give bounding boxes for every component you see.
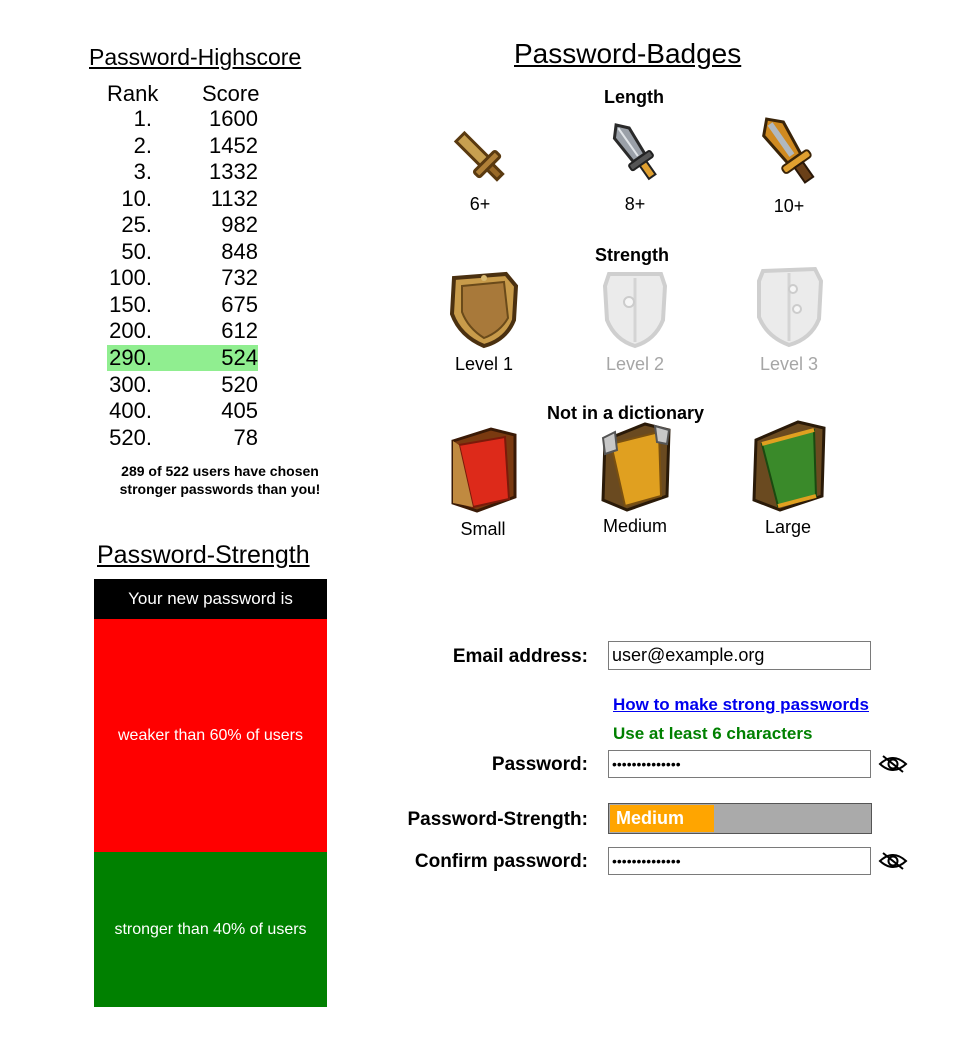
badge-label: 10+	[773, 196, 805, 216]
wooden-sword-icon	[453, 130, 505, 182]
rank-cell: 25.	[121, 212, 152, 237]
score-column-header: Score	[202, 81, 260, 106]
confirm-password-label: Confirm password:	[414, 851, 588, 872]
score-cell: 1600	[209, 106, 258, 131]
strong-password-help-link[interactable]: How to make strong passwords	[613, 695, 869, 715]
table-row: 520. 78	[107, 425, 258, 451]
badge-label: Level 2	[605, 354, 665, 374]
score-cell: 1332	[209, 159, 258, 184]
table-row: 10. 1132	[107, 186, 258, 212]
score-cell: 982	[221, 212, 258, 237]
rank-cell: 400.	[109, 398, 152, 423]
length-section-title: Length	[604, 87, 664, 107]
table-row: 1. 1600	[107, 106, 258, 132]
table-row: 300. 520	[107, 372, 258, 398]
table-row: 400. 405	[107, 398, 258, 424]
table-row: 150. 675	[107, 292, 258, 318]
badge-dictionary-large: Large	[743, 418, 833, 538]
table-row: 100. 732	[107, 265, 258, 291]
rank-cell: 1.	[133, 106, 152, 131]
badge-dictionary-medium: Medium	[590, 420, 680, 537]
highscore-title: Password-Highscore	[89, 44, 302, 70]
rank-cell: 520.	[109, 425, 152, 450]
summary-line: 289 of 522 users have chosen	[121, 463, 319, 479]
rank-column-header: Rank	[107, 81, 159, 106]
badge-label: Level 3	[759, 354, 819, 374]
badge-label: 8+	[624, 194, 646, 214]
stronger-than-block: stronger than 40% of users	[94, 852, 327, 1007]
rank-cell: 3.	[133, 159, 152, 184]
current-user-row: 290. 524	[107, 345, 258, 371]
badge-strength-level-2: Level 2	[590, 268, 680, 375]
score-cell: 1132	[210, 186, 258, 211]
badge-length-8: 8+	[590, 115, 680, 215]
yellow-book-icon	[601, 422, 671, 512]
green-book-icon	[752, 420, 826, 512]
shield-icon	[602, 272, 668, 349]
table-row: 3. 1332	[107, 159, 258, 185]
table-row: 2. 1452	[107, 133, 258, 159]
rank-cell: 10.	[121, 186, 152, 211]
rank-cell: 300.	[109, 372, 152, 397]
rank-cell: 50.	[121, 239, 152, 264]
shield-icon	[757, 266, 824, 348]
rank-cell: 290.	[109, 345, 152, 370]
rank-cell: 150.	[109, 292, 152, 317]
rank-cell: 100.	[109, 265, 152, 290]
badge-strength-level-1: Level 1	[439, 270, 529, 375]
rank-cell: 2.	[133, 133, 152, 158]
score-cell: 78	[233, 425, 258, 450]
badge-length-6: 6+	[435, 125, 525, 215]
score-cell: 405	[221, 398, 258, 423]
score-cell: 848	[221, 239, 258, 264]
email-label: Email address:	[452, 646, 588, 667]
table-row: 50. 848	[107, 239, 258, 265]
badge-label: 6+	[469, 194, 491, 214]
email-field[interactable]	[608, 641, 871, 670]
red-book-icon	[451, 427, 517, 513]
password-hint: Use at least 6 characters	[613, 724, 813, 743]
badge-label: Large	[764, 517, 812, 537]
score-cell: 612	[221, 318, 258, 343]
password-strength-meter: Medium	[608, 803, 872, 834]
strength-panel-header: Your new password is	[94, 579, 327, 619]
badge-length-10: 10+	[744, 110, 834, 217]
score-cell: 675	[221, 292, 258, 317]
password-label: Password:	[491, 754, 588, 775]
score-cell: 524	[221, 345, 258, 370]
badge-label: Level 1	[454, 354, 514, 374]
badge-label: Medium	[602, 516, 668, 536]
golden-sword-icon	[762, 117, 815, 184]
rank-cell: 200.	[109, 318, 152, 343]
strength-section-title: Strength	[595, 245, 669, 265]
strength-meter-value: Medium	[616, 808, 685, 828]
eye-slash-icon[interactable]	[878, 851, 908, 871]
weaker-than-block: weaker than 60% of users	[94, 619, 327, 852]
score-cell: 520	[221, 372, 258, 397]
password-field[interactable]: ••••••••••••••	[608, 750, 871, 778]
score-cell: 732	[221, 265, 258, 290]
confirm-password-field[interactable]: ••••••••••••••	[608, 847, 871, 875]
summary-line: stronger passwords than you!	[119, 481, 321, 497]
strength-meter-label: Password-Strength:	[407, 809, 588, 830]
badges-title: Password-Badges	[514, 38, 742, 69]
score-cell: 1452	[209, 133, 258, 158]
badge-dictionary-small: Small	[438, 425, 528, 540]
steel-dagger-icon	[612, 123, 657, 181]
wooden-shield-icon	[449, 271, 519, 349]
strength-panel-title: Password-Strength	[97, 541, 310, 569]
badge-strength-level-3: Level 3	[744, 265, 834, 375]
badge-label: Small	[460, 519, 506, 539]
strength-comparison-panel: Your new password is weaker than 60% of …	[94, 579, 327, 1007]
eye-slash-icon[interactable]	[878, 754, 908, 774]
strength-meter-fill: Medium	[610, 805, 714, 832]
highscore-summary: 289 of 522 users have chosen stronger pa…	[100, 462, 340, 498]
table-row: 200. 612	[107, 318, 258, 344]
table-row: 25. 982	[107, 212, 258, 238]
